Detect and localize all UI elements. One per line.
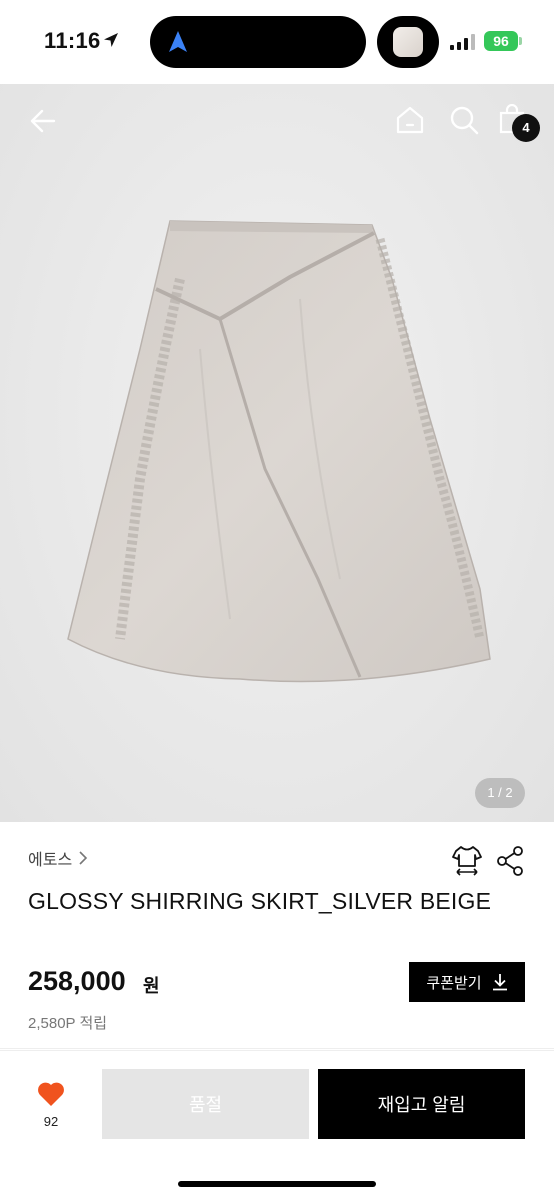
divider: [0, 1048, 554, 1049]
cart-count-badge: 4: [512, 114, 540, 142]
signal-icon: [450, 34, 475, 50]
home-icon[interactable]: [394, 104, 426, 136]
product-image-gallery[interactable]: 4 1 / 2: [0, 84, 554, 822]
dynamic-island: [150, 16, 366, 68]
battery-indicator: 96: [484, 31, 518, 51]
product-image: [67, 220, 491, 683]
home-indicator: [178, 1181, 376, 1187]
brand-link[interactable]: 에토스: [28, 846, 88, 870]
coupon-label: 쿠폰받기: [426, 974, 482, 992]
live-activity: [377, 16, 439, 68]
share-icon[interactable]: [496, 846, 524, 876]
navigation-icon: [169, 31, 187, 52]
product-title: GLOSSY SHIRRING SKIRT_SILVER BEIGE: [28, 888, 492, 914]
location-arrow-icon: [104, 33, 118, 47]
like-count: 92: [43, 1114, 59, 1129]
heart-icon: [38, 1082, 64, 1106]
image-pager: 1 / 2: [475, 778, 525, 808]
back-arrow-icon[interactable]: [28, 106, 58, 136]
bottom-action-bar: 92 품절 재입고 알림: [0, 1050, 554, 1201]
restock-alert-button[interactable]: 재입고 알림: [318, 1069, 525, 1139]
battery-tip: [519, 37, 522, 45]
chevron-right-icon: [79, 851, 88, 865]
status-time: 11:16: [44, 28, 101, 53]
download-icon: [492, 974, 507, 991]
soldout-button[interactable]: 품절: [102, 1069, 309, 1139]
price-unit: 원: [143, 976, 160, 996]
size-guide-icon[interactable]: [452, 844, 482, 878]
brand-name: 에토스: [28, 852, 73, 869]
activity-thumbnail: [393, 27, 423, 57]
product-price: 258,000: [28, 966, 126, 996]
coupon-download-button[interactable]: 쿠폰받기: [409, 962, 525, 1002]
like-button[interactable]: 92: [26, 1081, 76, 1129]
status-bar: 11:16 96: [0, 0, 554, 84]
reward-points: 2,580P 적립: [28, 1015, 108, 1032]
search-icon[interactable]: [448, 104, 480, 136]
